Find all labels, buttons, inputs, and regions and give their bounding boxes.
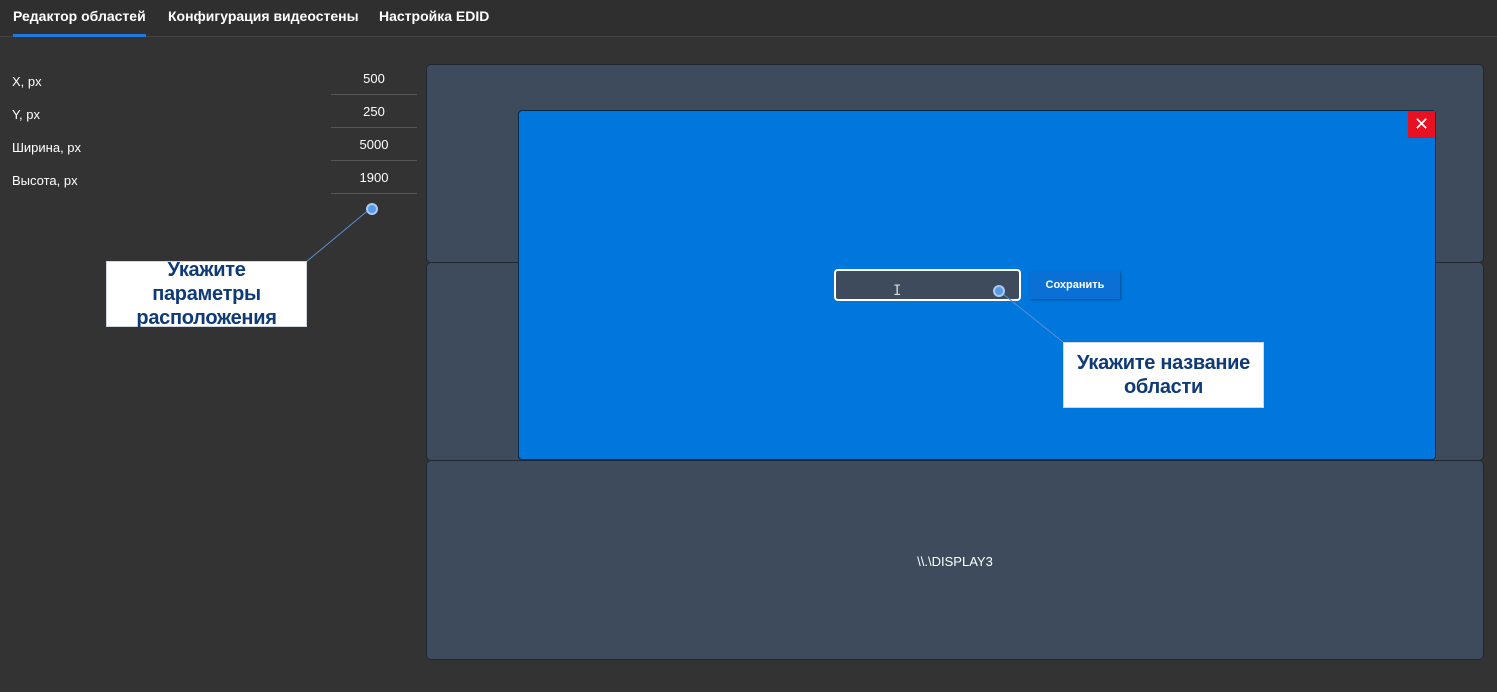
callout-lines (305, 207, 1064, 343)
callout-name: Укажите название области (1063, 342, 1264, 408)
callout-line-name (997, 289, 1064, 343)
callout-position: Укажите параметры расположения (106, 259, 307, 329)
callout-dot-position (366, 203, 378, 215)
callout-dot-name (993, 285, 1005, 297)
callout-line-position (305, 207, 372, 263)
